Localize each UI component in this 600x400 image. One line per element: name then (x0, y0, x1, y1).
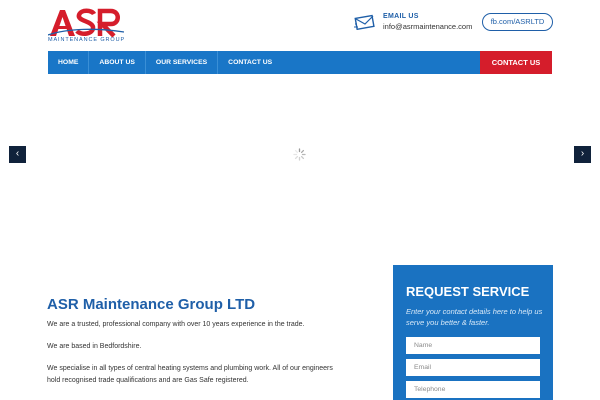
name-field[interactable] (406, 337, 540, 354)
telephone-field[interactable] (406, 381, 540, 398)
email-address-link[interactable]: info@asrmaintenance.com (383, 22, 472, 31)
email-field[interactable] (406, 359, 540, 376)
email-label: EMAIL US (383, 13, 419, 20)
nav-item-about-us[interactable]: ABOUT US (89, 51, 146, 74)
contact-us-cta-button[interactable]: CONTACT US (480, 51, 552, 74)
main-navigation: HOME ABOUT US OUR SERVICES CONTACT US (48, 51, 480, 74)
asr-logo[interactable]: MAINTENANCE GROUP (48, 8, 124, 44)
nav-item-home[interactable]: HOME (48, 51, 90, 74)
location-paragraph: We are based in Bedfordshire. (47, 343, 142, 350)
request-service-subtitle: Enter your contact details here to help … (406, 307, 543, 327)
logo-subtitle: MAINTENANCE GROUP (48, 37, 126, 43)
facebook-link-button[interactable]: fb.com/ASRLTD (482, 13, 553, 31)
services-paragraph: We specialise in all types of central he… (47, 365, 333, 384)
page-title: ASR Maintenance Group LTD (47, 296, 256, 313)
envelope-icon (354, 14, 376, 35)
nav-item-contact-us[interactable]: CONTACT US (218, 51, 282, 74)
asr-logo-mark (48, 8, 124, 38)
chevron-right-icon: › (580, 148, 585, 159)
loading-spinner-icon (291, 146, 308, 163)
request-service-title: REQUEST SERVICE (406, 284, 530, 299)
nav-item-our-services[interactable]: OUR SERVICES (146, 51, 219, 74)
slider-prev-button[interactable]: ‹ (9, 146, 26, 163)
slider-next-button[interactable]: › (574, 146, 591, 163)
chevron-left-icon: ‹ (15, 148, 20, 159)
intro-paragraph: We are a trusted, professional company w… (47, 321, 305, 328)
site-header: MAINTENANCE GROUP EMAIL US info@asrmaint… (0, 0, 600, 51)
request-service-panel: REQUEST SERVICE Enter your contact detai… (393, 265, 553, 400)
